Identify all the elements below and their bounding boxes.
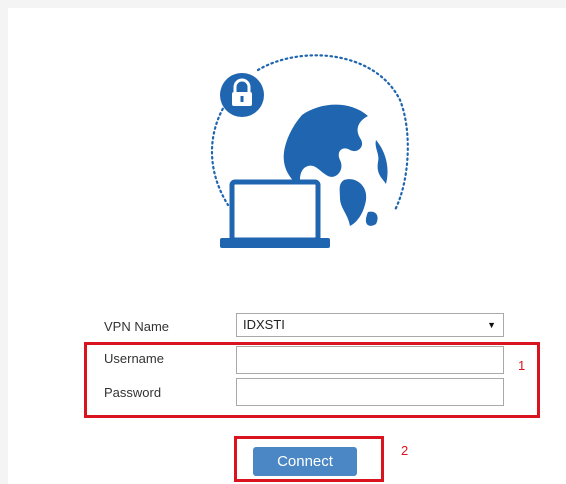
vpn-name-selected-value: IDXSTI: [243, 317, 285, 332]
vpn-illustration-icon: [210, 54, 409, 248]
lock-icon: [220, 73, 264, 117]
vpn-name-label: VPN Name: [104, 319, 170, 334]
dropdown-arrow-icon: ▼: [487, 320, 496, 330]
annotation-number-2: 2: [401, 443, 409, 458]
vpn-name-select[interactable]: IDXSTI ▼: [236, 313, 504, 337]
annotation-box-1: [84, 342, 540, 418]
laptop-icon: [220, 179, 330, 248]
annotation-number-1: 1: [518, 358, 526, 373]
annotation-box-2: [234, 436, 384, 482]
